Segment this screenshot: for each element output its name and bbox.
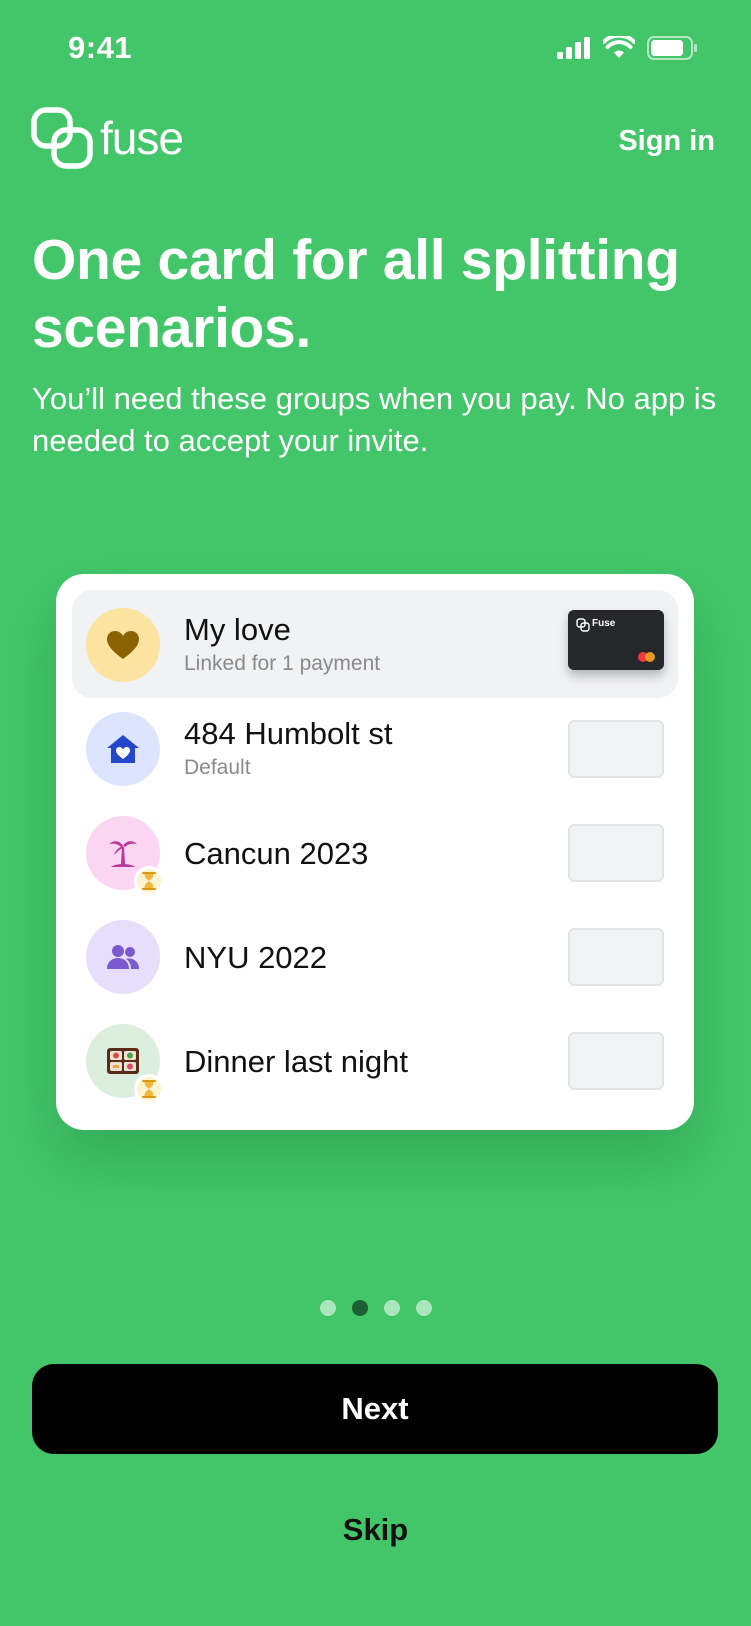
empty-card-slot [568, 720, 664, 778]
fuse-logo-icon [31, 107, 93, 169]
group-row[interactable]: NYU 2022 [72, 902, 678, 1010]
group-title: Cancun 2023 [184, 836, 369, 871]
group-avatar [86, 608, 160, 682]
house-heart-icon [107, 735, 139, 763]
fuse-logo-small-icon [576, 618, 590, 632]
page-dot[interactable] [319, 1300, 336, 1316]
group-subtitle: Default [184, 756, 251, 779]
battery-icon [647, 36, 697, 60]
people-icon [107, 945, 139, 969]
palm-tree-icon [109, 841, 137, 867]
onboarding-headline: One card for all splitting scenarios. [32, 228, 680, 360]
group-title: My love [184, 612, 291, 647]
status-time: 9:41 [68, 30, 133, 65]
group-title: Dinner last night [184, 1044, 409, 1079]
group-row[interactable]: Cancun 2023 [72, 798, 678, 906]
page-dot[interactable] [415, 1300, 432, 1316]
group-subtitle: Linked for 1 payment [184, 652, 381, 675]
pending-badge [134, 1074, 164, 1104]
cellular-signal-icon [557, 37, 590, 59]
group-title: NYU 2022 [184, 940, 328, 975]
empty-card-slot [568, 824, 664, 882]
hourglass-icon [142, 872, 156, 890]
groups-panel: My love Linked for 1 payment Fuse 484 Hu… [56, 574, 694, 1130]
group-row[interactable]: 484 Humbolt st Default [72, 694, 678, 802]
group-avatar [86, 712, 160, 786]
heart-icon [107, 631, 139, 659]
sign-in-link[interactable]: Sign in [618, 125, 715, 158]
page-dot[interactable] [383, 1300, 400, 1316]
status-icons [557, 36, 699, 60]
group-title: 484 Humbolt st [184, 716, 393, 751]
group-row[interactable]: My love Linked for 1 payment Fuse [72, 590, 678, 698]
empty-card-slot [568, 928, 664, 986]
page-dot-active[interactable] [351, 1300, 368, 1316]
pending-badge [134, 866, 164, 896]
status-bar: 9:41 [0, 0, 751, 100]
hourglass-icon [142, 1080, 156, 1098]
empty-card-slot [568, 1032, 664, 1090]
logo-text: fuse [100, 112, 184, 164]
pagination-dots [0, 1300, 751, 1316]
fuse-logo: fuse [30, 106, 184, 170]
next-button[interactable]: Next [32, 1364, 718, 1454]
wifi-icon [603, 36, 635, 58]
group-avatar [86, 920, 160, 994]
header: fuse Sign in [0, 100, 751, 180]
skip-button[interactable]: Skip [0, 1512, 751, 1548]
linked-card-thumbnail: Fuse [568, 610, 664, 670]
group-row[interactable]: Dinner last night [72, 1006, 678, 1114]
bento-box-icon [107, 1048, 139, 1074]
mini-card-label: Fuse [592, 618, 616, 629]
mastercard-icon [638, 652, 655, 662]
onboarding-subtext: You’ll need these groups when you pay. N… [32, 381, 717, 458]
